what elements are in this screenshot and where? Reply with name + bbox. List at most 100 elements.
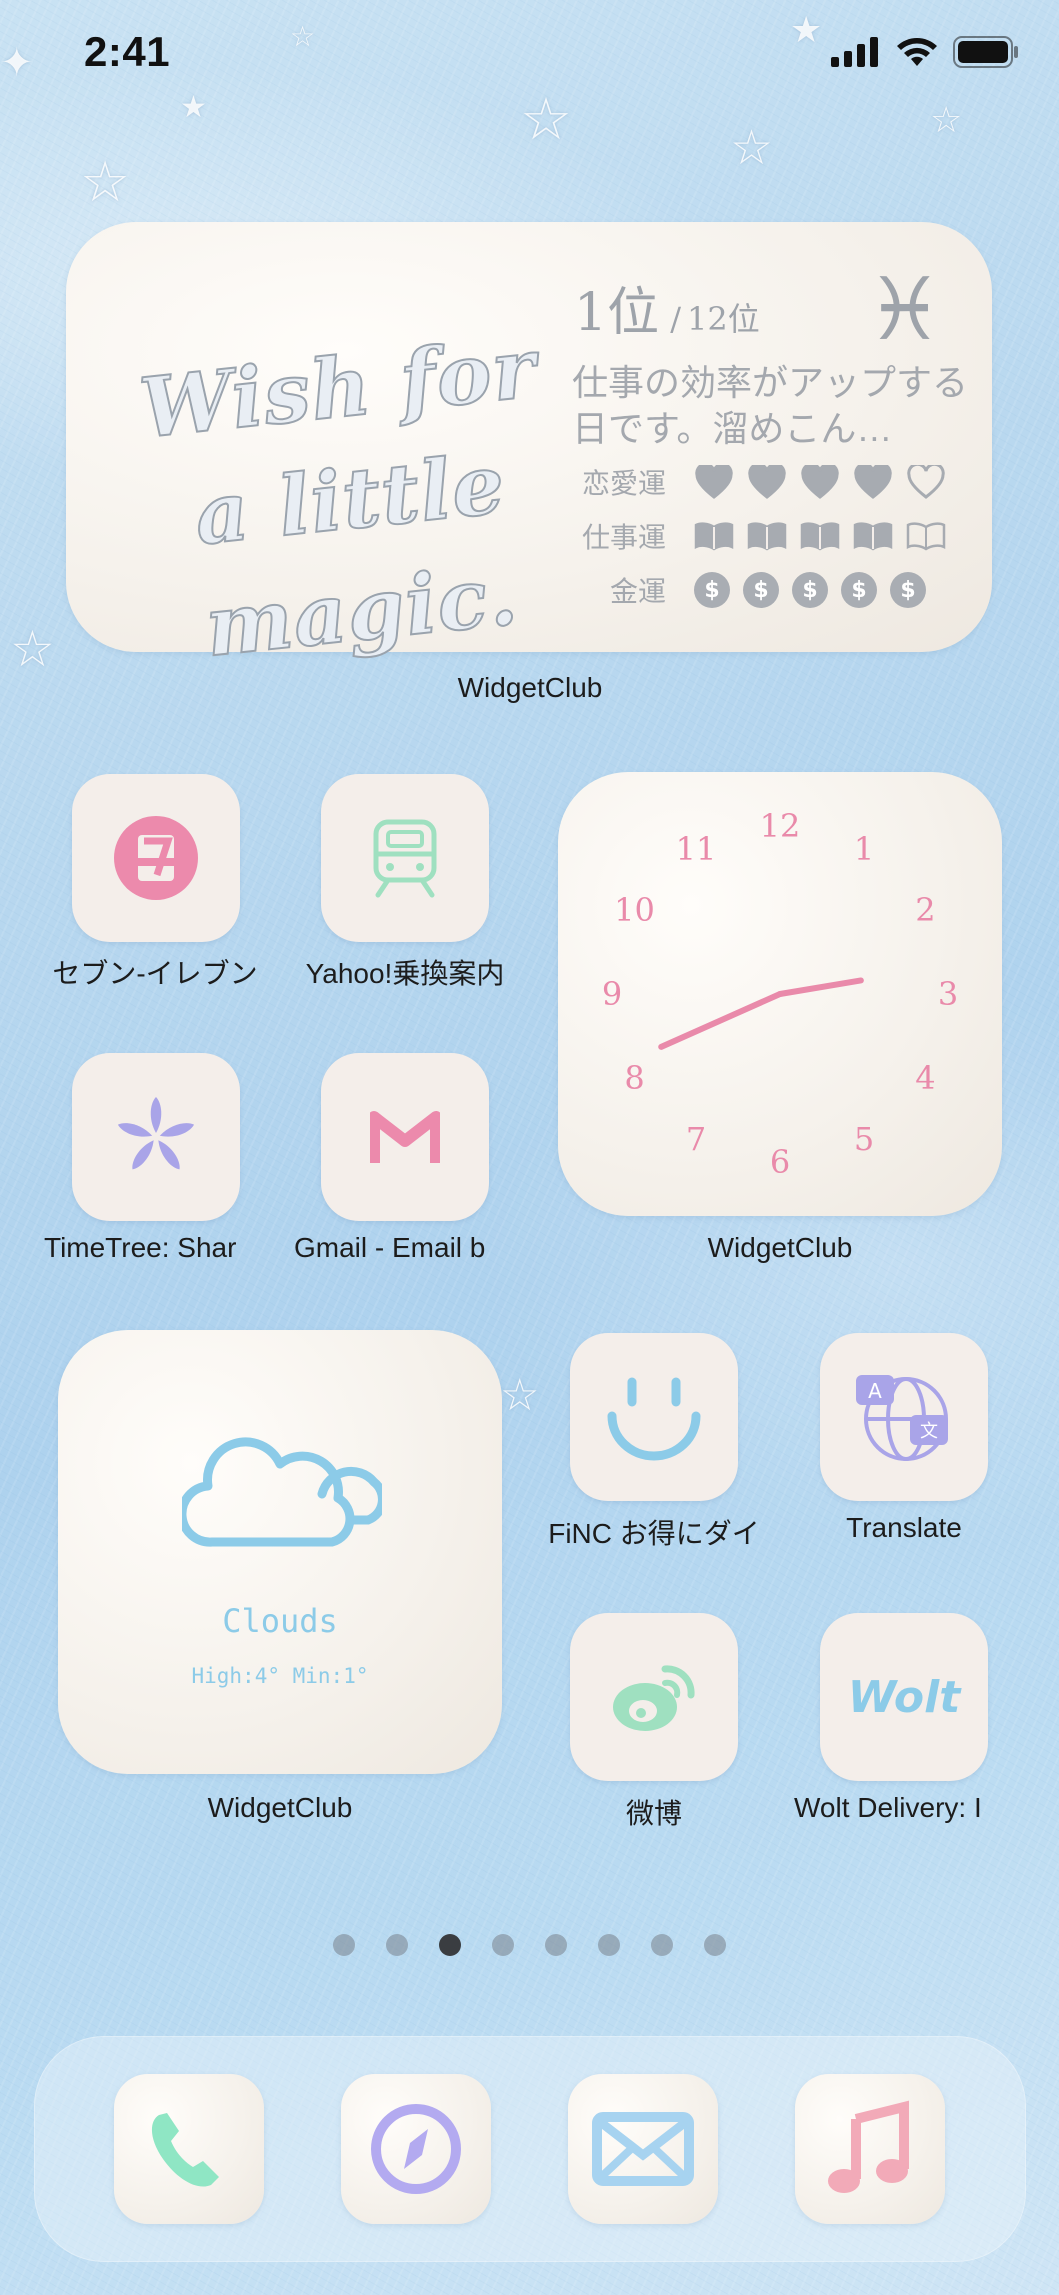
love-heart-icon — [800, 462, 840, 502]
slogan-text: Wish for a little magic. — [135, 319, 542, 676]
compass-icon — [371, 2104, 461, 2194]
horoscope-widget[interactable]: Wish for a little magic. 1位 /12位 ♓ 仕事の効率が… — [66, 222, 992, 676]
rank-suffix: 位 — [607, 283, 660, 343]
smiley-icon — [607, 1377, 701, 1461]
finc-app[interactable] — [570, 1333, 738, 1501]
clock-widget-label: WidgetClub — [707, 1232, 853, 1263]
star-decoration: ☆ — [500, 1370, 540, 1421]
page-dot[interactable] — [651, 1934, 673, 1956]
weibo-label: 微博 — [625, 1798, 682, 1829]
clock-number: 10 — [614, 891, 655, 929]
work-marks — [694, 516, 946, 556]
clock-number: 11 — [675, 829, 717, 868]
status-time: 2:41 — [84, 28, 171, 75]
money-coin-icon: $ — [792, 572, 828, 608]
rank: 1位 /12位 — [574, 270, 760, 345]
rank-number: 1 — [574, 283, 608, 343]
battery-icon — [953, 36, 1018, 68]
gmail-icon — [370, 1111, 440, 1163]
page-dot[interactable] — [492, 1934, 514, 1956]
weibo-icon — [613, 1665, 695, 1731]
finc-label: FiNC お得にダイ — [548, 1518, 760, 1549]
wolt-label: Wolt Delivery: I — [794, 1792, 982, 1823]
star-decoration: ☆ — [730, 120, 774, 176]
translate-app[interactable]: A 文 — [820, 1333, 988, 1501]
fortune-message: 仕事の効率がアップする日です。溜めこん… — [572, 362, 969, 449]
gmail-app[interactable] — [321, 1053, 489, 1221]
wolt-logo: Wolt — [847, 1671, 961, 1723]
weather-condition: Clouds — [222, 1602, 338, 1640]
love-luck-label: 恋愛運 — [581, 468, 666, 499]
phone-icon — [151, 2113, 219, 2187]
love-heart-icon — [747, 462, 787, 502]
work-luck-row: 仕事運 — [566, 516, 946, 556]
seven-eleven-app[interactable] — [72, 774, 240, 942]
clock-number: 8 — [624, 1059, 645, 1097]
star-decoration: ☆ — [10, 620, 55, 678]
seven-eleven-label: セブン-イレブン — [52, 958, 258, 989]
horoscope-widget-label: WidgetClub — [457, 672, 603, 703]
money-coin-icon: $ — [743, 572, 779, 608]
page-dot[interactable] — [386, 1934, 408, 1956]
clock-number: 2 — [915, 891, 936, 929]
page-dot[interactable] — [598, 1934, 620, 1956]
clock-number: 7 — [685, 1120, 707, 1159]
gmail-label: Gmail - Email b — [294, 1232, 486, 1263]
phone-app[interactable] — [114, 2074, 264, 2224]
weather-widget-label: WidgetClub — [207, 1792, 353, 1823]
envelope-icon — [592, 2112, 694, 2186]
money-coin-icon: $ — [890, 572, 926, 608]
love-heart-icon — [853, 462, 893, 502]
hour-hand — [777, 977, 864, 997]
rank-separator: / — [670, 300, 681, 338]
clock-number: 3 — [937, 975, 959, 1013]
page-dot[interactable] — [439, 1934, 461, 1956]
flower-icon — [117, 1097, 195, 1170]
work-book-icon — [906, 516, 946, 556]
yahoo-transit-app[interactable] — [321, 774, 489, 942]
love-heart-icon — [694, 462, 734, 502]
work-book-icon — [853, 516, 893, 556]
svg-text:文: 文 — [920, 1421, 938, 1442]
money-luck-row: 金運 $ $ $ $ $ — [566, 570, 926, 610]
rank-total: 12位 — [686, 300, 760, 338]
safari-app[interactable] — [341, 2074, 491, 2224]
page-dot[interactable] — [545, 1934, 567, 1956]
money-marks: $ $ $ $ $ — [694, 572, 926, 608]
love-luck-row: 恋愛運 — [566, 462, 946, 502]
weather-high-low: High:4° Min:1° — [191, 1664, 369, 1688]
status-icons — [831, 36, 1019, 68]
wifi-icon — [897, 38, 937, 66]
page-indicator[interactable] — [0, 1934, 1059, 1956]
star-decoration: ☆ — [290, 20, 316, 53]
star-decoration: ✦ — [0, 40, 34, 86]
wolt-app[interactable]: Wolt — [820, 1613, 988, 1781]
love-heart-icon — [906, 462, 946, 502]
love-marks — [694, 462, 946, 502]
page-dot[interactable] — [704, 1934, 726, 1956]
money-coin-icon: $ — [694, 572, 730, 608]
timetree-app[interactable] — [72, 1053, 240, 1221]
clock-number: 1 — [853, 829, 875, 868]
star-decoration: ★ — [790, 10, 823, 51]
work-luck-label: 仕事運 — [581, 522, 666, 553]
seven-eleven-icon — [114, 816, 198, 900]
work-book-icon — [800, 516, 840, 556]
timetree-label: TimeTree: Shar — [44, 1232, 237, 1263]
mail-app[interactable] — [568, 2074, 718, 2224]
star-decoration: ☆ — [520, 85, 572, 153]
cloud-icon — [182, 1437, 382, 1547]
train-icon — [373, 819, 437, 898]
music-app[interactable] — [795, 2074, 945, 2224]
svg-text:A: A — [868, 1379, 882, 1403]
weather-widget[interactable]: Clouds High:4° Min:1° — [58, 1330, 502, 1774]
star-decoration: ☆ — [930, 100, 963, 141]
clock-number: 4 — [915, 1059, 936, 1097]
yahoo-transit-label: Yahoo!乗換案内 — [305, 958, 505, 989]
music-note-icon — [828, 2100, 909, 2193]
weibo-app[interactable] — [570, 1613, 738, 1781]
zodiac-sign-icon: ♓ — [866, 260, 944, 360]
page-dot[interactable] — [333, 1934, 355, 1956]
clock-widget[interactable]: 12 1 2 3 4 5 6 7 8 9 10 11 — [558, 772, 1002, 1216]
minute-hand — [658, 991, 783, 1050]
